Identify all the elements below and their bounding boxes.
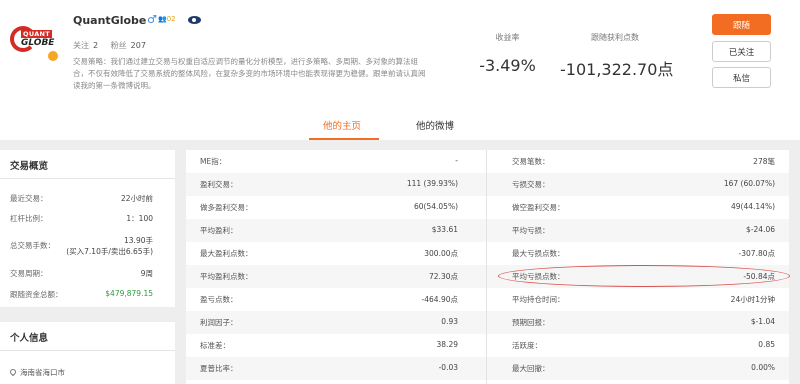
logo-quant-text: QUANT (21, 30, 53, 38)
table-row: 做多盈利交易： 60(54.05%) 做空盈利交易： 49(44.14%) (186, 196, 789, 219)
fans-count[interactable]: 207 (131, 41, 146, 50)
overview-key: 杠杆比例： (10, 214, 48, 223)
return-rate-metric: 收益率 -3.49% (475, 32, 540, 75)
divider (0, 178, 175, 179)
male-icon: ♂ (147, 13, 157, 26)
trading-overview-panel: 交易概览 最近交易： 22小时前 杠杆比例： 1：100 总交易手数： 13.9… (0, 150, 175, 307)
table-row: 盈亏点数： -464.90点 平均持仓时间： 24小时1分钟 (186, 288, 789, 311)
overview-value: 9周 (140, 269, 153, 278)
stat-key: 标准差： (200, 341, 230, 350)
tab-homepage[interactable]: 他的主页 (323, 118, 361, 132)
stat-key: 交易笔数： (512, 157, 550, 166)
table-row: 标准差： 38.29 活跃度： 0.85 (186, 334, 789, 357)
follow-profit-value: -101,322.70点 (560, 60, 674, 79)
stat-key: 平均盈利： (200, 226, 238, 235)
column-divider (486, 150, 487, 384)
overview-key: 总交易手数： (10, 241, 55, 250)
stat-value: 167 (60.07%) (723, 179, 775, 188)
stat-key: 活跃度： (512, 341, 542, 350)
stat-value: 72.30点 (429, 272, 458, 281)
stat-key: 最大盈利点数： (200, 249, 253, 258)
table-row: 最大盈利点数： 300.00点 最大亏损点数： -307.80点 (186, 242, 789, 265)
stat-value: -307.80点 (738, 249, 775, 258)
stat-value: $-1.04 (750, 317, 775, 326)
stat-value: -0.03 (438, 363, 458, 372)
trading-overview-title: 交易概览 (10, 161, 49, 172)
followed-button[interactable]: 已关注 (712, 41, 771, 62)
stat-key: 亏损交易： (512, 180, 550, 189)
overview-key: 跟随资金总额： (10, 290, 63, 299)
table-row: 平均盈利： $33.61 平均亏损： $-24.06 (186, 219, 789, 242)
stat-key: 预期回报： (512, 318, 550, 327)
active-tab-indicator (309, 138, 379, 140)
table-row: 夏普比率： -0.03 最大回撤： 0.00% (186, 357, 789, 380)
location: 海南省海口市 (8, 367, 65, 378)
profile-tabs: 他的主页 他的微博 (0, 108, 800, 140)
follow-stats: 关注 2 粉丝 207 (73, 40, 156, 51)
overview-subvalue: (买入7.10手/卖出6.65手) (66, 247, 153, 256)
stat-value: 0.93 (441, 317, 458, 326)
fans-label: 粉丝 (110, 41, 127, 50)
username[interactable]: QuantGlobe (73, 14, 146, 27)
stat-key: 平均盈利点数： (200, 272, 253, 281)
strategy-description: 交易策略：我们通过建立交易与权重自适应调节的量化分析模型，进行多策略、多周期、多… (73, 57, 426, 90)
stat-value: -464.90点 (421, 295, 458, 304)
stat-key: 利润因子： (200, 318, 238, 327)
overview-key: 交易周期： (10, 269, 48, 278)
following-label: 关注 (73, 41, 89, 50)
stat-value: 300.00点 (424, 249, 458, 258)
overview-key: 最近交易： (10, 194, 48, 203)
follow-button[interactable]: 跟随 (712, 14, 771, 35)
annotation-ellipse (498, 265, 790, 287)
stat-value: 49(44.14%) (731, 202, 775, 211)
location-pin-icon (8, 367, 18, 377)
stat-value: 60(54.05%) (414, 202, 458, 211)
overview-value: 13.90手 (124, 236, 153, 245)
stat-key: 平均亏损： (512, 226, 550, 235)
overview-value: 1：100 (126, 214, 153, 223)
follow-profit-label: 跟随获利点数 (591, 33, 639, 42)
stat-value: 24小时1分钟 (730, 295, 775, 304)
level-badge-icon: 👥02 (158, 15, 176, 23)
stat-key: 最大回撤： (512, 364, 550, 373)
stat-key: ME指： (200, 157, 227, 166)
stat-value: - (455, 156, 458, 165)
stat-value: 278笔 (753, 157, 775, 166)
stat-value: $33.61 (431, 225, 458, 234)
overview-value: $479,879.15 (105, 289, 153, 298)
profile-header: QUANT GLOBE QuantGlobe ♂ 👥02 关注 2 粉丝 207 交… (0, 0, 800, 140)
return-rate-value: -3.49% (479, 56, 536, 75)
table-row: 利润因子： 0.93 预期回报： $-1.04 (186, 311, 789, 334)
stat-value: 111 (39.93%) (406, 179, 458, 188)
personal-info-panel: 个人信息 海南省海口市 (0, 322, 175, 384)
table-row: 盈利交易： 111 (39.93%) 亏损交易： 167 (60.07%) (186, 173, 789, 196)
message-button[interactable]: 私信 (712, 67, 771, 88)
stat-key: 最大亏损点数： (512, 249, 565, 258)
follow-profit-metric: 跟随获利点数 -101,322.70点 (560, 32, 674, 80)
overview-value: 22小时前 (120, 194, 153, 203)
stat-key: 平均持仓时间： (512, 295, 565, 304)
table-row: ME指： - 交易笔数： 278笔 (186, 150, 789, 173)
following-count[interactable]: 2 (93, 41, 98, 50)
stat-key: 盈利交易： (200, 180, 238, 189)
eye-icon[interactable] (188, 16, 201, 24)
stat-key: 夏普比率： (200, 364, 238, 373)
personal-info-title: 个人信息 (10, 333, 49, 344)
stat-value: 38.29 (436, 340, 458, 349)
return-rate-label: 收益率 (495, 33, 520, 42)
stat-value: 0.00% (751, 363, 775, 372)
stat-value: $-24.06 (746, 225, 775, 234)
avatar[interactable]: QUANT GLOBE (10, 25, 68, 53)
tab-weibo[interactable]: 他的微博 (416, 118, 454, 132)
divider (0, 350, 175, 351)
stat-key: 做空盈利交易： (512, 203, 565, 212)
stat-value: 0.85 (758, 340, 775, 349)
verified-badge-icon (48, 51, 58, 61)
stat-key: 盈亏点数： (200, 295, 238, 304)
location-text: 海南省海口市 (20, 368, 65, 377)
logo-globe-text: GLOBE (21, 38, 55, 48)
stat-key: 做多盈利交易： (200, 203, 253, 212)
